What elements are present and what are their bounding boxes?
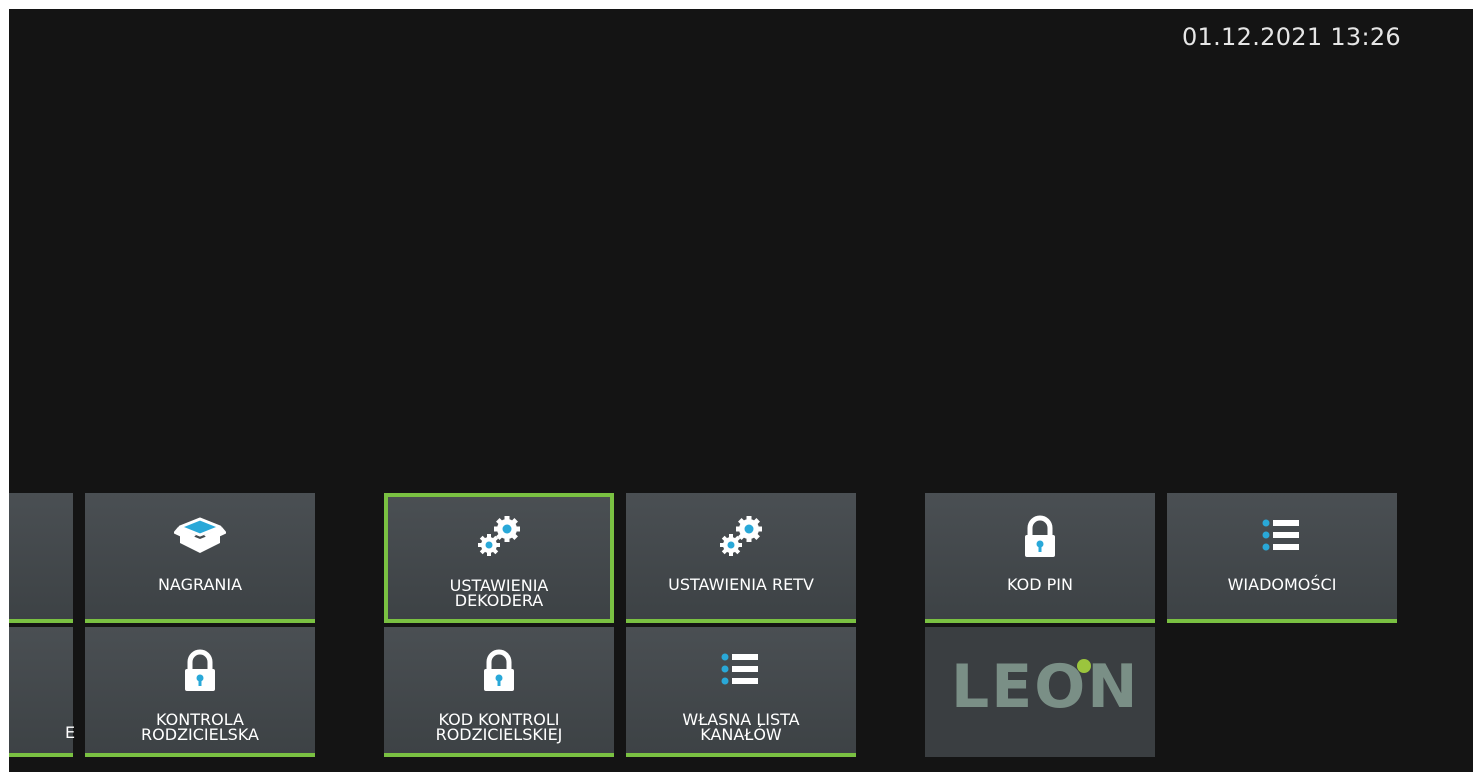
menu-tile-ustawienia-retv[interactable]: USTAWIENIA RETV [626,493,856,623]
tile-label: KONTROLA RODZICIELSKA [141,710,259,744]
lock-icon [1025,515,1055,557]
tile-label: USTAWIENIA DEKODERA [449,576,549,610]
tile-label: WŁASNA LISTA KANAŁÓW [682,710,800,744]
lock-icon [484,649,514,691]
menu-tile-ustawienia-dekodera[interactable]: USTAWIENIA DEKODERA [384,493,614,623]
list-icon [1262,519,1299,551]
tile-label: E [65,723,76,742]
menu-tile-nagrania[interactable]: NAGRANIA [85,493,315,623]
menu-tile-partial-left[interactable]: E [9,627,76,757]
tile-label: KOD PIN [1007,575,1073,594]
menu-tile-partial-left[interactable] [9,493,73,623]
menu-tile-wiadomosci[interactable]: WIADOMOŚCI [1167,493,1397,623]
leon-logo-dot [1077,659,1091,673]
tile-label: WIADOMOŚCI [1227,575,1337,594]
leon-logo: LEON [951,652,1140,722]
menu-tile-kontrola-rodzicielska[interactable]: KONTROLA RODZICIELSKA [85,627,315,757]
menu-tile-wlasna-lista-kanalow[interactable]: WŁASNA LISTA KANAŁÓW [626,627,856,757]
tile-label: NAGRANIA [157,575,243,594]
tile-label: KOD KONTROLI RODZICIELSKIEJ [435,710,563,744]
menu-tile-kod-kontroli-rodzicielskiej[interactable]: KOD KONTROLI RODZICIELSKIEJ [384,627,614,757]
gears-icon [720,516,762,556]
menu-tile-leon[interactable]: LEON [925,627,1155,757]
box-open-icon [174,517,226,553]
clock: 01.12.2021 13:26 [1181,23,1401,51]
tile-label: USTAWIENIA RETV [668,575,814,594]
lock-icon [185,649,215,691]
tv-screen: 01.12.2021 13:26 NAGRANIA USTAWIENIA DEK… [9,9,1473,772]
gears-icon [478,516,520,556]
menu-tile-kod-pin[interactable]: KOD PIN [925,493,1155,623]
list-icon [721,653,758,685]
